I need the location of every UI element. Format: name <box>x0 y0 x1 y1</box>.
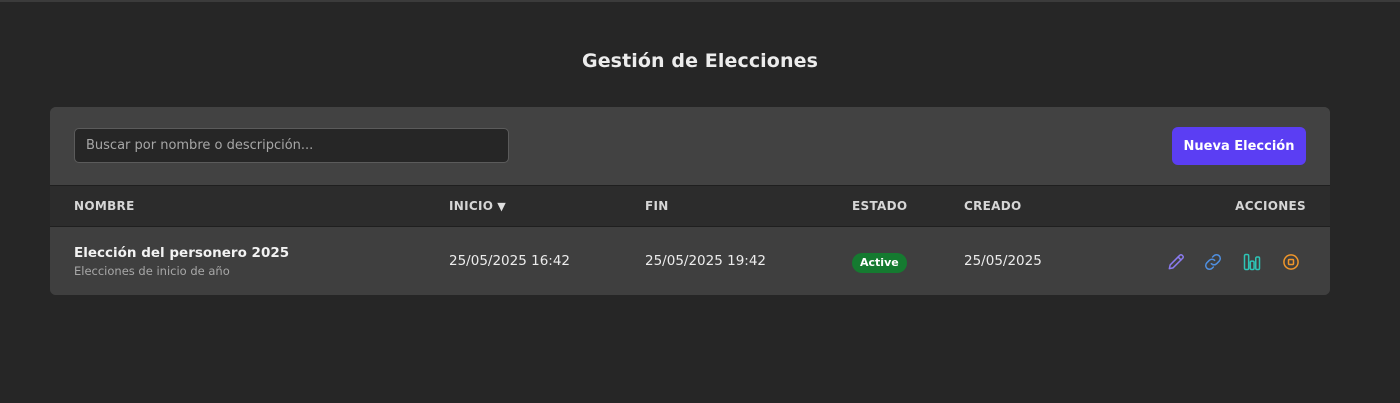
copy-link-button[interactable] <box>1202 251 1224 273</box>
edit-button[interactable] <box>1165 251 1187 273</box>
column-header-start[interactable]: INICIO ▼ <box>449 199 506 213</box>
page-title: Gestión de Elecciones <box>582 50 818 72</box>
results-icon <box>1243 253 1261 271</box>
column-name-label: NOMBRE <box>74 199 135 213</box>
election-created: 25/05/2025 <box>964 253 1042 269</box>
column-header-status[interactable]: ESTADO <box>852 199 907 213</box>
search-input[interactable] <box>74 128 509 163</box>
toolbar: Nueva Elección <box>50 107 1330 185</box>
column-header-created[interactable]: CREADO <box>964 199 1022 213</box>
results-button[interactable] <box>1241 251 1263 273</box>
column-created-label: CREADO <box>964 199 1022 213</box>
table-row[interactable]: Elección del personero 2025 Elecciones d… <box>50 227 1330 295</box>
edit-icon <box>1168 254 1184 270</box>
status-badge: Active <box>852 253 907 273</box>
column-header-actions: ACCIONES <box>1235 199 1306 213</box>
election-end: 25/05/2025 19:42 <box>645 253 767 269</box>
election-name: Elección del personero 2025 <box>74 245 290 261</box>
new-election-button[interactable]: Nueva Elección <box>1172 127 1306 165</box>
table-header: NOMBRE INICIO ▼ FIN ESTADO CREADO ACCIONE… <box>50 185 1330 227</box>
stop-button[interactable] <box>1280 251 1302 273</box>
stop-icon <box>1283 254 1299 270</box>
column-status-label: ESTADO <box>852 199 908 213</box>
link-icon <box>1204 253 1222 271</box>
column-header-end[interactable]: FIN <box>645 199 669 213</box>
election-start: 25/05/2025 16:42 <box>449 253 571 269</box>
election-description: Elecciones de inicio de año <box>74 264 230 278</box>
column-actions-label: ACCIONES <box>1235 199 1306 213</box>
elections-card: Nueva Elección NOMBRE INICIO▼ FIN ESTADO… <box>50 107 1330 295</box>
column-start-label: INICIO <box>449 199 494 213</box>
column-end-label: FIN <box>645 199 669 213</box>
top-border <box>0 0 1400 2</box>
column-header-name[interactable]: NOMBRE <box>74 199 135 213</box>
sort-desc-icon[interactable]: ▼ <box>497 200 506 213</box>
